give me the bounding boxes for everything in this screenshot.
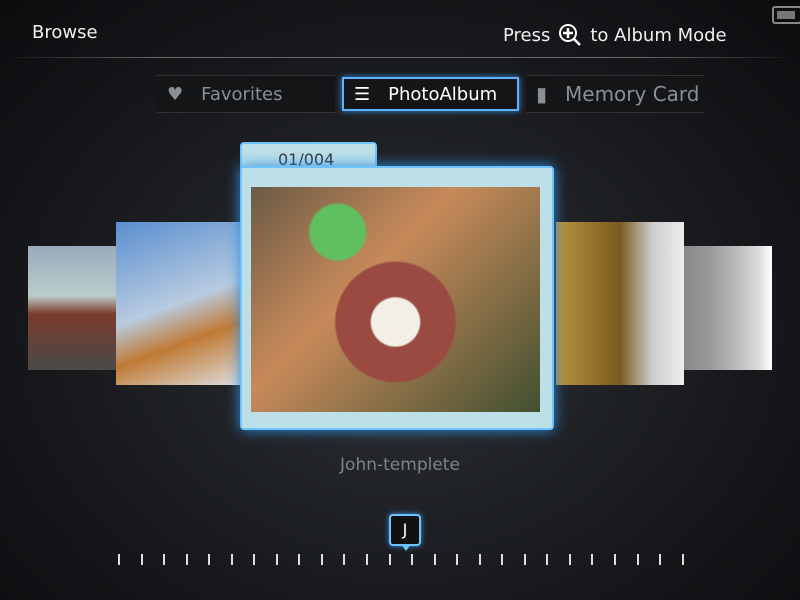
battery-icon — [772, 6, 800, 24]
index-tick[interactable] — [253, 554, 256, 565]
index-tick[interactable] — [478, 554, 481, 565]
album-name: John-templete — [340, 455, 460, 475]
index-tick[interactable] — [118, 554, 120, 565]
divider — [0, 57, 800, 58]
list-icon: ☰ — [354, 83, 371, 105]
index-tick[interactable] — [298, 554, 301, 565]
index-tick[interactable] — [523, 554, 526, 565]
index-tick[interactable] — [546, 554, 549, 565]
index-tick[interactable] — [433, 554, 436, 565]
tab-memory-card[interactable]: ▮ Memory Card — [526, 75, 704, 113]
tab-label: Memory Card — [565, 82, 700, 106]
card-icon: ▮ — [536, 82, 548, 106]
index-tick[interactable] — [343, 554, 346, 565]
hint-prefix: Press — [503, 24, 551, 46]
index-tick[interactable] — [140, 554, 143, 565]
tab-label: Favorites — [201, 83, 283, 105]
index-scrollbar[interactable] — [118, 554, 684, 566]
index-tick[interactable] — [614, 554, 617, 565]
index-tick[interactable] — [681, 554, 684, 565]
zoom-in-icon — [559, 24, 582, 46]
index-tick[interactable] — [163, 554, 166, 565]
page-title: Browse — [32, 22, 98, 43]
tab-photoalbum[interactable]: ☰ PhotoAlbum — [342, 77, 519, 111]
index-tick[interactable] — [320, 554, 323, 565]
index-tick[interactable] — [230, 554, 233, 565]
album-thumbnail[interactable] — [116, 222, 240, 385]
hint-suffix: to Album Mode — [590, 24, 727, 46]
index-tick[interactable] — [591, 554, 594, 565]
index-tick[interactable] — [501, 554, 504, 565]
index-tick[interactable] — [456, 554, 459, 565]
album-thumbnail[interactable] — [684, 246, 772, 370]
index-tick[interactable] — [411, 554, 414, 565]
index-tick[interactable] — [388, 554, 391, 565]
index-tick[interactable] — [366, 554, 369, 565]
heart-icon: ♥ — [167, 83, 184, 105]
index-marker[interactable]: J — [389, 514, 421, 551]
tab-favorites[interactable]: ♥ Favorites — [157, 75, 335, 113]
album-mode-hint: Press to Album Mode — [503, 23, 727, 47]
index-tick[interactable] — [568, 554, 571, 565]
album-thumbnail[interactable] — [28, 246, 118, 370]
index-tick[interactable] — [636, 554, 639, 565]
tab-label: PhotoAlbum — [388, 83, 498, 105]
album-cover-photo[interactable] — [251, 187, 540, 412]
index-tick[interactable] — [208, 554, 211, 565]
album-thumbnail[interactable] — [556, 222, 684, 385]
index-tick[interactable] — [659, 554, 662, 565]
index-tick[interactable] — [275, 554, 278, 565]
index-tick[interactable] — [185, 554, 188, 565]
